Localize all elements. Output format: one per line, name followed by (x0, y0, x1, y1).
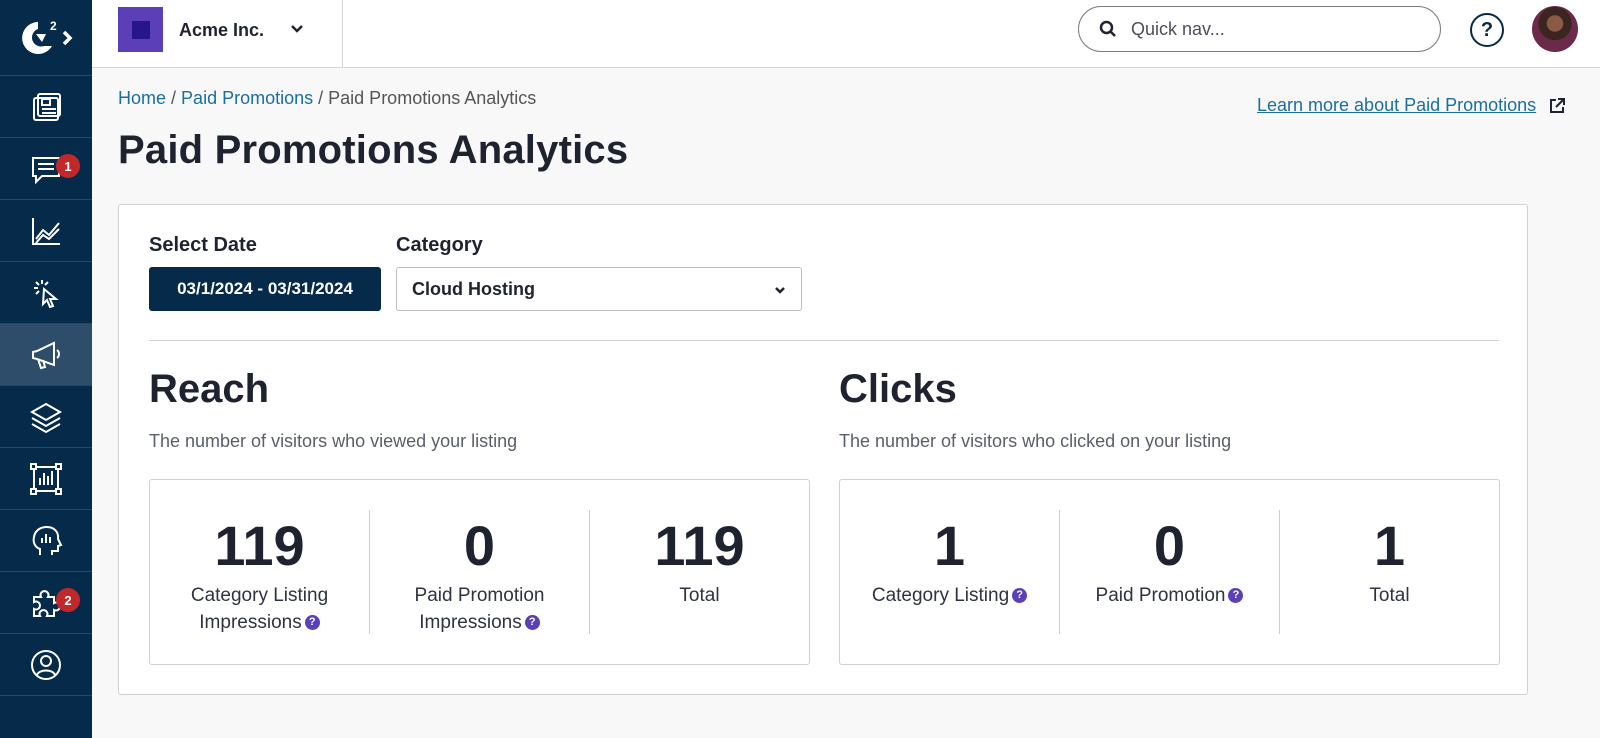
stat-category-listing-clicks: 1 Category Listing? (840, 510, 1060, 634)
sidebar-item-integrations[interactable]: 2 (0, 572, 92, 634)
breadcrumb-separator: / (171, 88, 182, 108)
stat-total-impressions: 119 Total (590, 510, 809, 634)
search-input[interactable] (1131, 18, 1411, 40)
breadcrumb-paid-promotions[interactable]: Paid Promotions (181, 88, 313, 108)
reach-description: The number of visitors who viewed your l… (149, 431, 518, 451)
layers-icon (29, 402, 63, 433)
sidebar-item-reports[interactable] (0, 448, 92, 510)
stat-value: 119 (214, 514, 305, 577)
clicks-title: Clicks (839, 367, 957, 411)
stat-total-clicks: 1 Total (1280, 510, 1499, 634)
stat-category-listing-impressions: 119 Category Listing Impressions? (150, 510, 370, 634)
integrations-badge: 2 (56, 588, 80, 612)
breadcrumb-current: Paid Promotions Analytics (328, 88, 537, 108)
clicks-stats: 1 Category Listing? 0 Paid Promotion? 1 … (839, 479, 1500, 665)
help-tooltip-icon[interactable]: ? (304, 615, 320, 631)
topbar: Acme Inc. ? (92, 0, 1600, 68)
dashboard-icon (33, 92, 61, 121)
sidebar-item-insights[interactable] (0, 510, 92, 572)
sidebar: 2 1 2 (0, 0, 92, 738)
breadcrumb: Home / Paid Promotions / Paid Promotions… (118, 88, 536, 109)
divider (342, 0, 343, 68)
click-icon (34, 279, 59, 308)
stat-value: 0 (1153, 514, 1186, 577)
stat-paid-promotion-impressions: 0 Paid Promotion Impressions? (370, 510, 590, 634)
learn-more-link[interactable]: Learn more about Paid Promotions (1257, 95, 1566, 116)
date-range-button[interactable]: 03/1/2024 - 03/31/2024 (149, 267, 381, 311)
stat-paid-promotion-clicks: 0 Paid Promotion? (1060, 510, 1280, 634)
breadcrumb-home[interactable]: Home (118, 88, 166, 108)
org-logo[interactable] (118, 7, 163, 52)
svg-text:2: 2 (50, 19, 57, 33)
quick-nav-search[interactable] (1078, 6, 1441, 52)
learn-more-label: Learn more about Paid Promotions (1257, 95, 1537, 115)
help-tooltip-icon[interactable]: ? (524, 615, 540, 631)
megaphone-icon (32, 340, 60, 369)
messages-badge: 1 (56, 154, 80, 178)
stat-label: Paid Promotion (1095, 585, 1226, 606)
clicks-description: The number of visitors who clicked on yo… (839, 431, 1232, 451)
breadcrumb-separator: / (318, 88, 329, 108)
category-label: Category (396, 234, 483, 256)
stat-value: 119 (654, 514, 745, 577)
sidebar-item-paid-promotions[interactable] (0, 324, 92, 386)
sidebar-item-clicks[interactable] (0, 262, 92, 324)
analytics-icon (32, 217, 60, 245)
insights-icon (32, 525, 63, 555)
category-value: Cloud Hosting (412, 278, 535, 299)
g2-logo[interactable]: 2 (0, 0, 92, 76)
chevron-down-icon[interactable] (288, 20, 306, 38)
g2-logo-icon: 2 (22, 19, 73, 54)
search-icon (1099, 20, 1116, 37)
stat-value: 0 (463, 514, 496, 577)
report-icon (30, 462, 62, 495)
analytics-card: Select Date 03/1/2024 - 03/31/2024 Categ… (118, 204, 1528, 695)
chevron-down-icon (775, 287, 785, 294)
category-select[interactable]: Cloud Hosting (396, 267, 802, 311)
page-title: Paid Promotions Analytics (118, 128, 629, 172)
stat-value: 1 (933, 514, 966, 577)
stat-label: Category Listing (871, 585, 1010, 606)
avatar[interactable] (1532, 6, 1578, 52)
sidebar-item-dashboard[interactable] (0, 76, 92, 138)
stat-label: Total (1369, 585, 1410, 606)
sidebar-item-layers[interactable] (0, 386, 92, 448)
section-divider (149, 340, 1499, 341)
account-icon (31, 649, 61, 680)
reach-title: Reach (149, 367, 270, 411)
org-name[interactable]: Acme Inc. (179, 20, 264, 41)
external-link-icon (1550, 97, 1566, 113)
date-label: Select Date (149, 234, 257, 256)
sidebar-item-account[interactable] (0, 634, 92, 696)
stat-value: 1 (1373, 514, 1406, 577)
help-tooltip-icon[interactable]: ? (1228, 588, 1244, 604)
help-icon[interactable]: ? (1470, 13, 1504, 47)
help-tooltip-icon[interactable]: ? (1012, 588, 1028, 604)
sidebar-item-messages[interactable]: 1 (0, 138, 92, 200)
reach-stats: 119 Category Listing Impressions? 0 Paid… (149, 479, 810, 665)
sidebar-item-analytics[interactable] (0, 200, 92, 262)
stat-label: Total (679, 585, 720, 606)
